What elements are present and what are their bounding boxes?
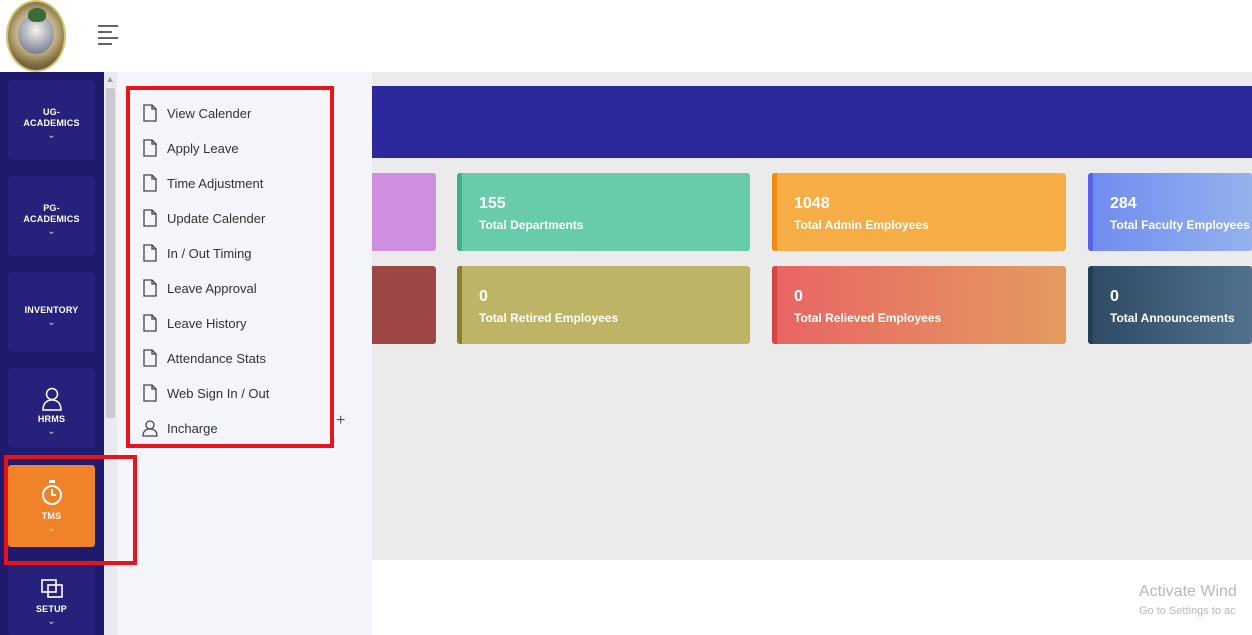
card-accent-edge bbox=[772, 173, 777, 251]
document-icon bbox=[143, 314, 157, 332]
submenu-item-label: Attendance Stats bbox=[167, 350, 267, 366]
document-icon bbox=[143, 174, 157, 192]
stat-card-admin-employees[interactable]: 1048 Total Admin Employees bbox=[772, 173, 1066, 251]
submenu-item-label: Update Calender bbox=[167, 210, 266, 226]
chevron-down-icon: ⌄ bbox=[47, 130, 56, 141]
submenu-item-web-sign-in-out[interactable]: Web Sign In / Out bbox=[142, 383, 269, 403]
card-accent-edge bbox=[1088, 173, 1093, 251]
tms-highlight-box bbox=[4, 455, 137, 565]
submenu-item-update-calender[interactable]: Update Calender bbox=[142, 208, 265, 228]
screens-icon bbox=[40, 579, 63, 598]
submenu-item-label: Leave History bbox=[167, 315, 247, 331]
tms-submenu-highlight: View Calender Apply Leave Time Adjustmen… bbox=[126, 86, 334, 448]
stat-card-relieved-employees[interactable]: 0 Total Relieved Employees bbox=[772, 266, 1066, 344]
sidebar-item-setup[interactable]: SETUP ⌄ bbox=[8, 566, 95, 635]
sidebar-item-pg-academics[interactable]: PG- ACADEMICS ⌄ bbox=[8, 176, 95, 256]
chevron-down-icon: ⌄ bbox=[47, 317, 56, 328]
sidebar-item-label: HRMS bbox=[37, 414, 66, 424]
expand-plus-icon[interactable]: + bbox=[336, 412, 345, 430]
sidebar-item-label: SETUP bbox=[35, 604, 67, 614]
document-icon bbox=[143, 244, 157, 262]
stat-label: Total Faculty Employees bbox=[1110, 218, 1250, 232]
document-icon bbox=[143, 209, 157, 227]
submenu-item-label: Web Sign In / Out bbox=[167, 385, 270, 401]
submenu-item-incharge[interactable]: Incharge bbox=[142, 418, 218, 438]
scroll-up-arrow-icon[interactable] bbox=[107, 77, 113, 82]
submenu-item-apply-leave[interactable]: Apply Leave bbox=[142, 138, 239, 158]
footer bbox=[372, 560, 1252, 635]
user-icon bbox=[142, 420, 158, 437]
sidebar-item-label: ACADEMICS bbox=[23, 118, 80, 128]
submenu-item-label: In / Out Timing bbox=[167, 245, 252, 261]
hamburger-menu-icon[interactable] bbox=[98, 25, 118, 45]
card-accent-edge bbox=[457, 173, 462, 251]
stat-label: Total Announcements bbox=[1110, 311, 1235, 325]
document-icon bbox=[143, 349, 157, 367]
submenu-item-in-out-timing[interactable]: In / Out Timing bbox=[142, 243, 252, 263]
sidebar-item-ug-academics[interactable]: UG- ACADEMICS ⌄ bbox=[8, 80, 95, 160]
submenu-item-label: View Calender bbox=[167, 105, 252, 121]
chevron-down-icon: ⌄ bbox=[47, 426, 56, 437]
card-accent-edge bbox=[772, 266, 777, 344]
sidebar-item-label: ACADEMICS bbox=[23, 214, 80, 224]
sidebar-item-inventory[interactable]: INVENTORY ⌄ bbox=[8, 272, 95, 352]
stat-label: Total Relieved Employees bbox=[794, 311, 942, 325]
stat-value: 155 bbox=[479, 195, 506, 212]
submenu-item-label: Incharge bbox=[167, 420, 218, 436]
document-icon bbox=[143, 139, 157, 157]
sidebar-item-label: PG- bbox=[43, 203, 60, 213]
submenu-item-attendance-stats[interactable]: Attendance Stats bbox=[142, 348, 266, 368]
watermark-line-1: Activate Wind bbox=[1139, 583, 1237, 600]
submenu-item-leave-history[interactable]: Leave History bbox=[142, 313, 246, 333]
sidebar-item-hrms[interactable]: HRMS ⌄ bbox=[8, 368, 95, 448]
document-icon bbox=[143, 279, 157, 297]
submenu-item-view-calender[interactable]: View Calender bbox=[142, 103, 251, 123]
document-icon bbox=[143, 384, 157, 402]
submenu-item-label: Leave Approval bbox=[167, 280, 257, 296]
submenu-item-label: Time Adjustment bbox=[167, 175, 264, 191]
stat-value: 1048 bbox=[794, 195, 830, 212]
sidebar-item-label: INVENTORY bbox=[24, 305, 79, 315]
top-bar bbox=[0, 0, 1252, 72]
dashboard-banner bbox=[372, 86, 1252, 158]
card-accent-edge bbox=[1088, 266, 1093, 344]
stat-value: 0 bbox=[1110, 288, 1119, 305]
scrollbar-thumb[interactable] bbox=[106, 88, 115, 418]
activate-windows-watermark: Activate Wind Go to Settings to ac bbox=[1139, 583, 1237, 617]
college-seal-logo[interactable] bbox=[6, 0, 66, 72]
stat-card-announcements[interactable]: 0 Total Announcements bbox=[1088, 266, 1252, 344]
logo-tree-icon bbox=[28, 8, 46, 22]
submenu-item-time-adjustment[interactable]: Time Adjustment bbox=[142, 173, 263, 193]
watermark-line-2: Go to Settings to ac bbox=[1139, 605, 1236, 617]
stat-value: 0 bbox=[794, 288, 803, 305]
stat-card-departments[interactable]: 155 Total Departments bbox=[457, 173, 750, 251]
stat-value: 284 bbox=[1110, 195, 1137, 212]
chevron-down-icon: ⌄ bbox=[47, 226, 56, 237]
stat-label: Total Departments bbox=[479, 218, 584, 232]
card-accent-edge bbox=[457, 266, 462, 344]
user-icon bbox=[41, 387, 62, 411]
stat-value: 0 bbox=[479, 288, 488, 305]
submenu-item-label: Apply Leave bbox=[167, 140, 239, 156]
stat-card-retired-employees[interactable]: 0 Total Retired Employees bbox=[457, 266, 750, 344]
stat-label: Total Retired Employees bbox=[479, 311, 619, 325]
sidebar-item-label: UG- bbox=[42, 107, 61, 117]
submenu-item-leave-approval[interactable]: Leave Approval bbox=[142, 278, 257, 298]
stat-card-faculty-employees[interactable]: 284 Total Faculty Employees bbox=[1088, 173, 1252, 251]
document-icon bbox=[143, 104, 157, 122]
stat-label: Total Admin Employees bbox=[794, 218, 929, 232]
chevron-down-icon: ⌄ bbox=[47, 616, 56, 627]
